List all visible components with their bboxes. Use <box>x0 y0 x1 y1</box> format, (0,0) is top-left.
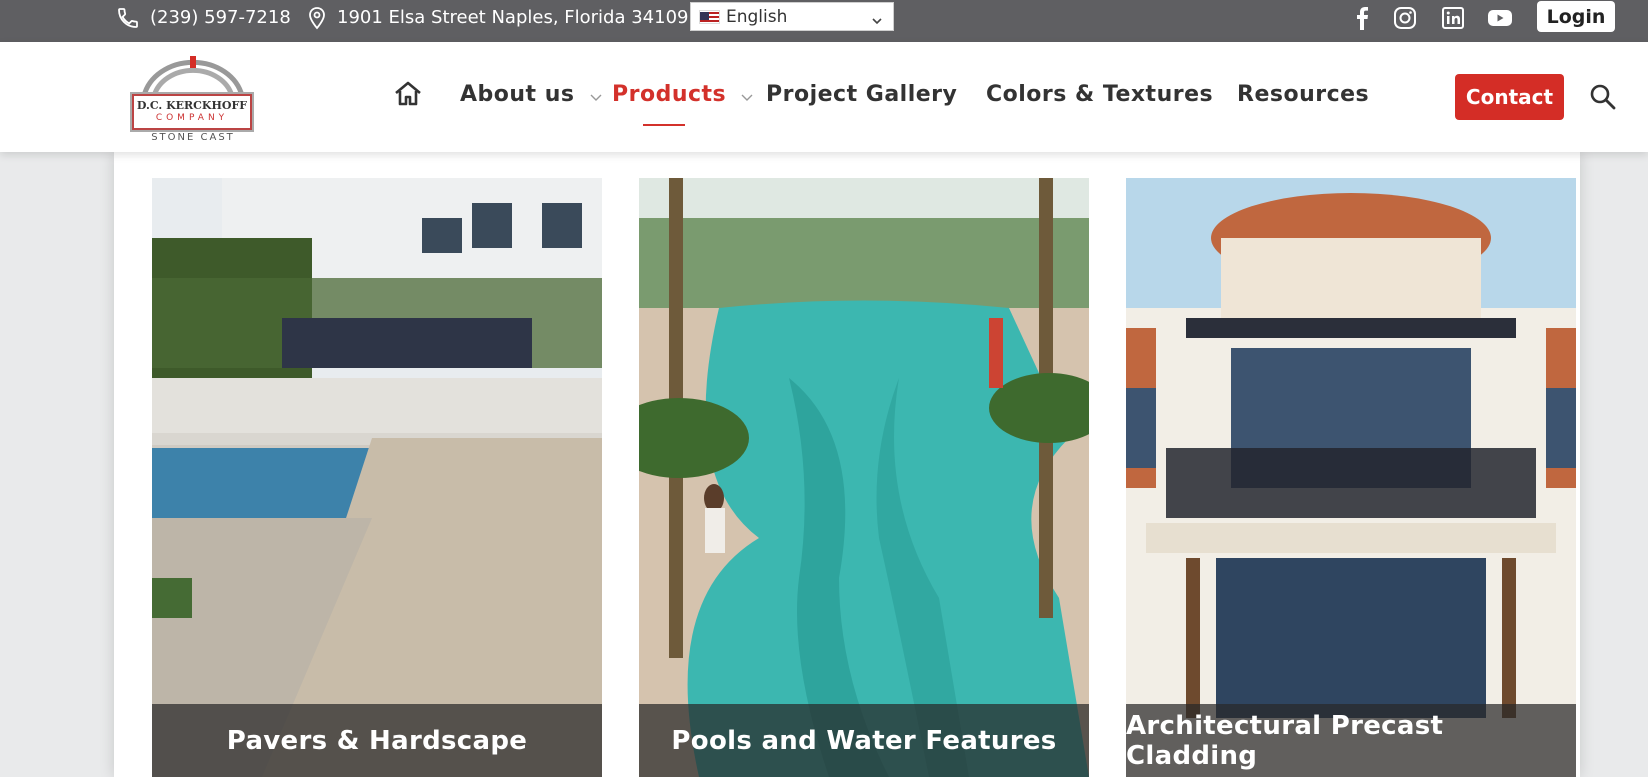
location-pin-icon <box>307 6 327 30</box>
logo-line1: D.C. KERCKHOFF <box>136 99 248 112</box>
card-title: Architectural Precast Cladding <box>1126 704 1576 777</box>
instagram-icon[interactable] <box>1390 3 1420 33</box>
home-icon[interactable] <box>392 78 424 110</box>
nav-project-gallery[interactable]: Project Gallery <box>766 82 957 112</box>
nav-about-us-label: About us <box>460 82 575 107</box>
main-header: D.C. KERCKHOFF COMPANY STONE CAST About … <box>0 42 1648 152</box>
contact-button[interactable]: Contact <box>1455 74 1564 120</box>
logo-line2: COMPANY <box>155 113 229 123</box>
chevron-down-icon <box>589 83 603 108</box>
chevron-down-icon <box>871 11 883 31</box>
search-icon[interactable] <box>1588 82 1618 112</box>
card-title: Pavers & Hardscape <box>152 704 602 777</box>
logo-plate: D.C. KERCKHOFF COMPANY <box>132 94 252 130</box>
chevron-down-icon <box>740 83 754 108</box>
nav-products[interactable]: Products <box>612 82 754 112</box>
address-text: 1901 Elsa Street Naples, Florida 34109 <box>337 7 689 28</box>
address-contact[interactable]: 1901 Elsa Street Naples, Florida 34109 <box>307 0 688 35</box>
pavers-photo <box>152 178 602 777</box>
phone-contact[interactable]: (239) 597-7218 <box>116 0 291 35</box>
us-flag-icon <box>699 9 720 24</box>
product-card-pools[interactable]: Pools and Water Features <box>639 178 1089 777</box>
active-nav-indicator <box>643 124 685 126</box>
language-select[interactable]: English <box>690 2 894 31</box>
phone-number: (239) 597-7218 <box>150 7 291 28</box>
product-card-pavers[interactable]: Pavers & Hardscape <box>152 178 602 777</box>
nav-about-us[interactable]: About us <box>460 82 603 112</box>
linkedin-icon[interactable] <box>1438 3 1468 33</box>
youtube-icon[interactable] <box>1485 3 1515 33</box>
login-button[interactable]: Login <box>1537 1 1615 32</box>
phone-icon <box>116 6 140 30</box>
logo[interactable]: D.C. KERCKHOFF COMPANY STONE CAST <box>128 52 258 146</box>
logo-tagline: STONE CAST <box>151 132 235 143</box>
facebook-icon[interactable] <box>1347 3 1377 33</box>
nav-colors-textures[interactable]: Colors & Textures <box>986 82 1213 112</box>
nav-resources[interactable]: Resources <box>1237 82 1369 112</box>
language-value: English <box>726 6 788 27</box>
pools-photo <box>639 178 1089 777</box>
logo-arch-graphic <box>141 56 245 97</box>
top-bar: (239) 597-7218 1901 Elsa Street Naples, … <box>0 0 1648 42</box>
card-title: Pools and Water Features <box>639 704 1089 777</box>
cladding-photo <box>1126 178 1576 777</box>
nav-products-label: Products <box>612 82 727 107</box>
product-card-cladding[interactable]: Architectural Precast Cladding <box>1126 178 1576 777</box>
